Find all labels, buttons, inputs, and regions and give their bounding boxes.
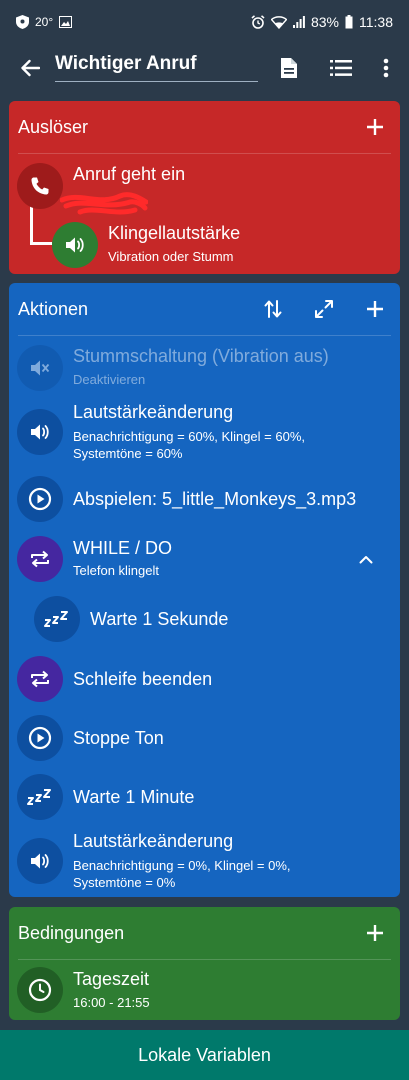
constraint-subtitle: 16:00 - 21:55 [73, 995, 150, 1010]
status-left: 20° [16, 15, 73, 29]
volume-icon [52, 222, 98, 268]
local-variables-label: Lokale Variablen [138, 1044, 271, 1065]
shield-icon [16, 15, 29, 29]
volume-off-icon [17, 345, 63, 391]
repeat-icon [17, 536, 63, 582]
zzz-icon [17, 774, 63, 820]
constraints-header: Bedingungen [18, 922, 125, 943]
add-constraint-icon[interactable] [361, 919, 389, 947]
status-right: 83% 11:38 [251, 14, 393, 30]
divider [18, 335, 391, 336]
volume-icon [17, 838, 63, 884]
constraint-item[interactable]: Tageszeit 16:00 - 21:55 [0, 966, 409, 1016]
battery-icon [345, 15, 353, 29]
add-trigger-icon[interactable] [361, 113, 389, 141]
action-title: Warte 1 Minute [73, 787, 195, 807]
alarm-icon [251, 15, 265, 29]
action-title: Abspielen: 5_little_Monkeys_3.mp3 [73, 489, 357, 509]
action-subtitle: Benachrichtigung = 60%, Klingel = 60%, [73, 429, 305, 444]
app-bar: Wichtiger Anruf [0, 44, 409, 92]
redaction-scribble [60, 192, 148, 215]
repeat-icon [17, 656, 63, 702]
back-arrow-icon[interactable] [14, 52, 46, 84]
action-item[interactable]: Lautstärkeänderung Benachrichtigung = 60… [0, 402, 409, 464]
triggers-header: Auslöser [18, 116, 89, 137]
play-icon [17, 476, 63, 522]
divider [18, 959, 391, 960]
battery-percent: 83% [310, 14, 339, 30]
action-title: WHILE / DO [73, 538, 173, 558]
list-icon[interactable] [325, 52, 357, 84]
add-action-icon[interactable] [361, 295, 389, 323]
action-title: Stoppe Ton [73, 728, 164, 748]
chevron-up-icon[interactable] [354, 549, 378, 569]
volume-icon [17, 409, 63, 455]
image-icon [59, 16, 73, 28]
action-item[interactable]: Warte 1 Minute [0, 773, 409, 823]
play-icon [17, 715, 63, 761]
trigger-title: Anruf geht ein [73, 164, 186, 184]
action-title: Warte 1 Sekunde [90, 609, 229, 629]
local-variables-button[interactable]: Lokale Variablen [0, 1030, 409, 1080]
clock-icon [17, 967, 63, 1013]
phone-icon [17, 163, 63, 209]
action-subtitle: Benachrichtigung = 0%, Klingel = 0%, [73, 858, 291, 873]
constraint-title: Tageszeit [73, 969, 150, 989]
action-subtitle: Telefon klingelt [73, 563, 159, 578]
action-item[interactable]: Stoppe Ton [0, 714, 409, 764]
action-item[interactable]: Abspielen: 5_little_Monkeys_3.mp3 [0, 475, 409, 525]
action-item[interactable]: Lautstärkeänderung Benachrichtigung = 0%… [0, 831, 409, 893]
action-title: Lautstärkeänderung [73, 831, 234, 851]
expand-icon[interactable] [310, 295, 338, 323]
temperature-text: 20° [35, 15, 54, 29]
zzz-icon [34, 596, 80, 642]
reorder-icon[interactable] [259, 295, 287, 323]
action-subtitle: Systemtöne = 0% [73, 875, 176, 890]
wifi-icon [270, 15, 287, 29]
action-item[interactable]: Schleife beenden [0, 655, 409, 705]
actions-header: Aktionen [18, 298, 89, 319]
trigger-title: Klingellautstärke [108, 223, 241, 243]
divider [18, 153, 391, 154]
clock-time: 11:38 [359, 14, 393, 30]
document-icon[interactable] [273, 52, 305, 84]
action-title: Schleife beenden [73, 669, 213, 689]
action-subtitle: Deaktivieren [73, 372, 146, 387]
more-vert-icon[interactable] [370, 52, 402, 84]
signal-icon [292, 16, 305, 28]
trigger-item[interactable]: Klingellautstärke Vibration oder Stumm [0, 220, 409, 270]
status-bar: 20° 83% 11:38 [0, 0, 409, 44]
action-subtitle: Systemtöne = 60% [73, 446, 183, 461]
action-title: Lautstärkeänderung [73, 402, 234, 422]
action-item[interactable]: Warte 1 Sekunde [0, 595, 409, 645]
trigger-subtitle: Vibration oder Stumm [108, 249, 234, 264]
action-title: Stummschaltung (Vibration aus) [73, 346, 329, 366]
action-item[interactable]: Stummschaltung (Vibration aus) Deaktivie… [0, 342, 409, 392]
action-item[interactable]: WHILE / DO Telefon klingelt [0, 535, 409, 585]
macro-name-input[interactable]: Wichtiger Anruf [55, 50, 258, 82]
